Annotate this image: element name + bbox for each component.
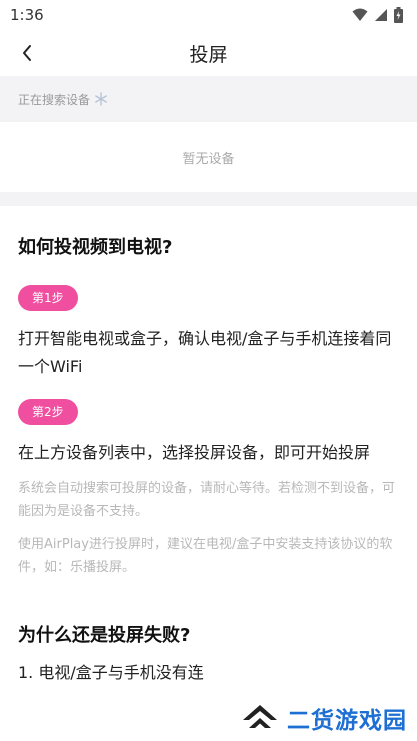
wifi-icon [352,8,368,21]
faq-item-1: 1. 电视/盒子与手机没有连 [18,663,204,682]
guide-note-1: 系统会自动搜索可投屏的设备，请耐心等待。若检测不到设备，可能因为是设备不支持。 [18,481,396,519]
device-list-empty: 暂无设备 [0,122,417,192]
watermark: 二货游戏园 [239,701,407,735]
status-time: 1:36 [10,6,44,24]
status-icons [352,7,403,23]
faq-title: 为什么还是投屏失败? [18,625,191,646]
status-bar: 1:36 [0,0,417,30]
search-status-bar: 正在搜索设备 [0,76,417,122]
back-button[interactable] [12,38,42,68]
watermark-logo-icon [243,705,277,728]
step-2-text: 在上方设备列表中，选择投屏设备，即可开始投屏 [18,443,371,462]
watermark-text: 二货游戏园 [287,708,407,734]
section-divider [0,192,417,206]
step-1-badge: 第1步 [18,285,78,311]
step-2-badge: 第2步 [18,399,78,425]
chevron-left-icon [23,45,31,61]
step-1-text: 打开智能电视或盒子，确认电视/盒子与手机连接着同一个WiFi [18,329,392,376]
page-title: 投屏 [189,43,228,66]
search-status-text: 正在搜索设备 [18,92,91,107]
top-bar: 投屏 [0,30,417,76]
signal-icon [375,9,387,21]
loading-snowflake-icon [95,92,107,106]
guide-section: 如何投视频到电视? 第1步 打开智能电视或盒子，确认电视/盒子与手机连接着同一个… [0,233,417,687]
guide-title: 如何投视频到电视? [18,237,173,258]
guide-note-2: 使用AirPlay进行投屏时，建议在电视/盒子中安装支持该协议的软件，如：乐播投… [18,537,393,575]
battery-icon [394,7,403,23]
